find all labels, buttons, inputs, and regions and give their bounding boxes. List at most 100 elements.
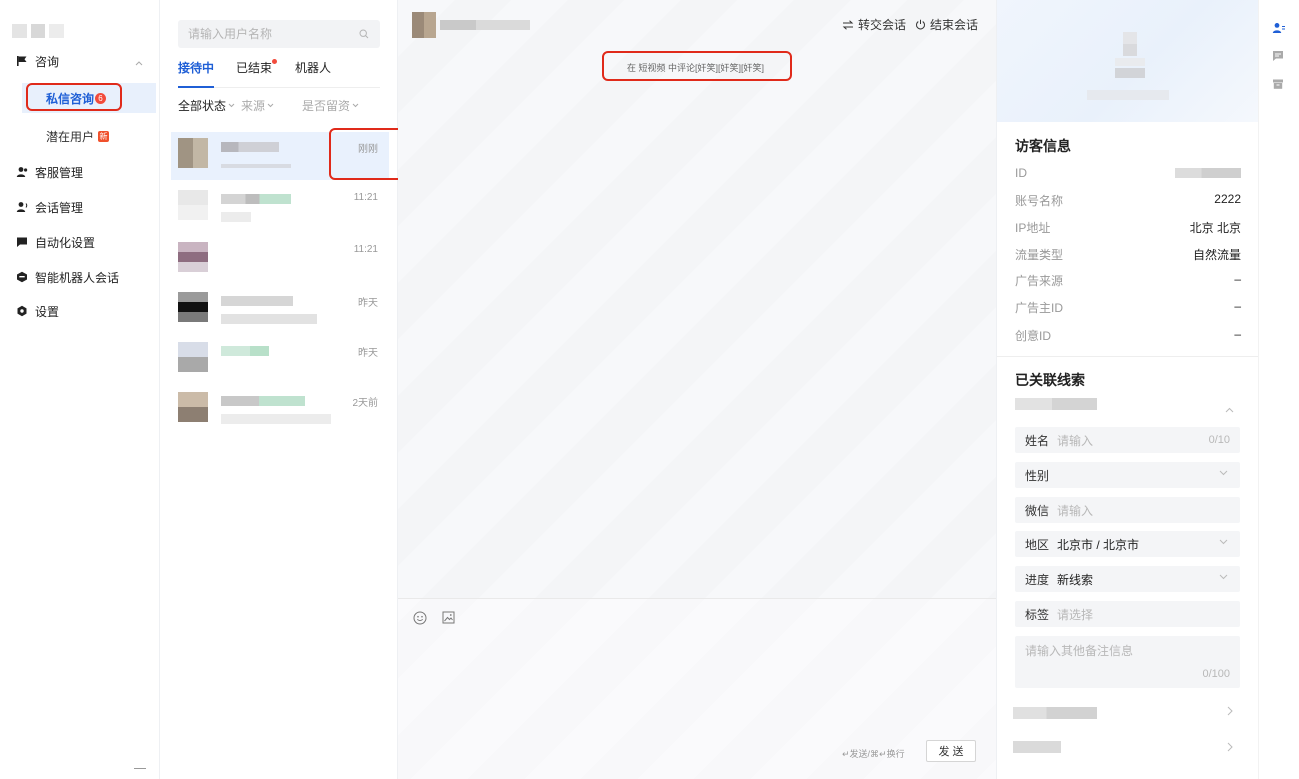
message-time: 11:21 bbox=[353, 192, 378, 203]
tab-label: 机器人 bbox=[295, 61, 332, 75]
field-label: 性别 bbox=[1025, 468, 1050, 483]
gender-select[interactable]: 性别 bbox=[1015, 462, 1240, 488]
progress-select[interactable]: 进度 新线索 bbox=[1015, 566, 1240, 592]
search-icon[interactable] bbox=[359, 28, 369, 42]
flag-icon bbox=[11, 55, 33, 67]
contact-name bbox=[221, 396, 305, 406]
info-row-advertiser-id: 广告主ID – bbox=[1015, 299, 1241, 315]
chevron-up-icon[interactable] bbox=[135, 55, 143, 69]
conversation-item[interactable]: 刚刚 bbox=[171, 132, 389, 180]
name-field[interactable]: 姓名 请输入 0/10 bbox=[1015, 427, 1240, 453]
filter-label: 来源 bbox=[241, 99, 266, 113]
user-search-input[interactable] bbox=[178, 20, 380, 48]
field-label: 标签 bbox=[1025, 607, 1050, 622]
message-time: 昨天 bbox=[358, 348, 378, 359]
visitor-info-panel: 访客信息 ID 账号名称 2222 IP地址 北京 北京 流量类型 自然流量 广… bbox=[996, 0, 1259, 779]
power-icon bbox=[916, 19, 925, 30]
nav-item-automation[interactable]: 自动化设置 bbox=[0, 227, 159, 257]
conversation-item[interactable]: 11:21 bbox=[171, 236, 389, 284]
tab-ended[interactable]: 已结束 bbox=[236, 59, 278, 88]
transfer-session-button[interactable]: 转交会话 bbox=[842, 16, 906, 33]
conversation-item[interactable]: 2天前 bbox=[171, 386, 389, 434]
filter-has-contact[interactable]: 是否留资 bbox=[302, 97, 359, 114]
robot-icon bbox=[11, 271, 33, 283]
nav-label: 客服管理 bbox=[35, 165, 84, 180]
people-icon bbox=[11, 166, 33, 178]
end-label: 结束会话 bbox=[930, 18, 979, 32]
filter-label: 是否留资 bbox=[302, 99, 351, 113]
info-label: 广告主ID bbox=[1015, 301, 1064, 315]
contact-name bbox=[440, 20, 530, 30]
info-value bbox=[1175, 168, 1241, 178]
info-row-ad-source: 广告来源 – bbox=[1015, 272, 1241, 288]
field-value: 新线索 bbox=[1057, 572, 1094, 587]
tab-robot[interactable]: 机器人 bbox=[295, 60, 331, 88]
nav-label: 咨询 bbox=[35, 54, 60, 69]
nav-item-consult[interactable]: 咨询 bbox=[0, 46, 159, 76]
sub-item-private-message[interactable]: 私信咨询 6 bbox=[22, 83, 156, 113]
gear-icon bbox=[11, 305, 33, 317]
message-time: 昨天 bbox=[358, 298, 378, 309]
collapse-handle[interactable] bbox=[134, 768, 146, 769]
conversation-tabs: 接待中 已结束 机器人 bbox=[178, 59, 380, 88]
compose-area[interactable]: ↵发送/⌘↵换行 发 送 bbox=[398, 598, 996, 779]
tab-label: 接待中 bbox=[178, 61, 215, 75]
filter-status[interactable]: 全部状态 bbox=[178, 97, 235, 114]
chat-header: 转交会话 结束会话 bbox=[398, 0, 996, 50]
nav-item-service-management[interactable]: 客服管理 bbox=[0, 157, 159, 187]
nav-item-robot-session[interactable]: 智能机器人会话 bbox=[0, 262, 159, 292]
system-message: 在 短视频 中评论[奸笑][奸笑][奸笑] bbox=[626, 62, 764, 73]
sidebar: 咨询 私信咨询 6 潜在用户 新 客服管理 会话管理 自动化设置 智能机器人会话… bbox=[0, 0, 160, 779]
chevron-right-icon[interactable] bbox=[1227, 741, 1233, 755]
tab-active[interactable]: 接待中 bbox=[178, 60, 215, 88]
info-label: 广告来源 bbox=[1015, 274, 1064, 288]
chevron-down-icon bbox=[267, 103, 274, 108]
emoji-icon[interactable] bbox=[413, 611, 427, 628]
message-time: 2天前 bbox=[352, 398, 378, 409]
end-session-button[interactable]: 结束会话 bbox=[915, 16, 978, 33]
remark-textarea[interactable]: 请输入其他备注信息 0/100 bbox=[1015, 636, 1240, 688]
swap-icon bbox=[842, 19, 854, 30]
related-item[interactable] bbox=[1013, 741, 1061, 753]
conversation-item[interactable]: 11:21 bbox=[171, 184, 389, 232]
filter-source[interactable]: 来源 bbox=[241, 97, 274, 114]
nav-item-settings[interactable]: 设置 bbox=[0, 296, 159, 326]
nav-label: 会话管理 bbox=[35, 200, 84, 215]
region-select[interactable]: 地区 北京市 / 北京市 bbox=[1015, 531, 1240, 557]
info-label: IP地址 bbox=[1015, 221, 1051, 235]
chevron-right-icon[interactable] bbox=[1227, 705, 1233, 719]
message-icon[interactable] bbox=[1272, 50, 1284, 65]
chevron-up-icon[interactable] bbox=[1225, 402, 1234, 416]
section-divider bbox=[997, 356, 1259, 357]
sub-item-potential-users[interactable]: 潜在用户 新 bbox=[22, 121, 156, 151]
wechat-field[interactable]: 微信 请输入 bbox=[1015, 497, 1240, 523]
avatar bbox=[178, 342, 208, 372]
info-label: 流量类型 bbox=[1015, 248, 1064, 262]
send-button[interactable]: 发 送 bbox=[926, 740, 976, 762]
field-placeholder: 请选择 bbox=[1057, 607, 1094, 622]
field-placeholder: 请输入 bbox=[1057, 433, 1094, 448]
related-item[interactable] bbox=[1013, 707, 1097, 719]
conversation-item[interactable]: 昨天 bbox=[171, 336, 389, 384]
user-profile-icon[interactable] bbox=[1272, 22, 1286, 37]
tab-label: 已结束 bbox=[236, 61, 273, 75]
info-row-traffic-type: 流量类型 自然流量 bbox=[1015, 246, 1241, 262]
person-voice-icon bbox=[11, 201, 33, 213]
linked-leads-title: 已关联线索 bbox=[1015, 372, 1085, 388]
field-placeholder: 请输入 bbox=[1057, 503, 1094, 518]
archive-icon[interactable] bbox=[1272, 78, 1284, 93]
conversation-item[interactable]: 昨天 bbox=[171, 286, 389, 334]
chat-bubble-icon bbox=[11, 236, 33, 248]
info-row-creative-id: 创意ID – bbox=[1015, 327, 1241, 343]
info-row-id: ID bbox=[1015, 166, 1241, 180]
info-value: 北京 北京 bbox=[1189, 221, 1241, 235]
unread-dot bbox=[272, 59, 278, 64]
tags-select[interactable]: 标签 请选择 bbox=[1015, 601, 1240, 627]
info-value: – bbox=[1234, 299, 1241, 313]
nav-item-session-management[interactable]: 会话管理 bbox=[0, 192, 159, 222]
transfer-label: 转交会话 bbox=[858, 18, 907, 32]
image-icon[interactable] bbox=[442, 611, 455, 627]
chevron-down-icon bbox=[352, 103, 359, 108]
chevron-down-icon bbox=[1219, 574, 1228, 580]
filter-label: 全部状态 bbox=[178, 99, 227, 113]
